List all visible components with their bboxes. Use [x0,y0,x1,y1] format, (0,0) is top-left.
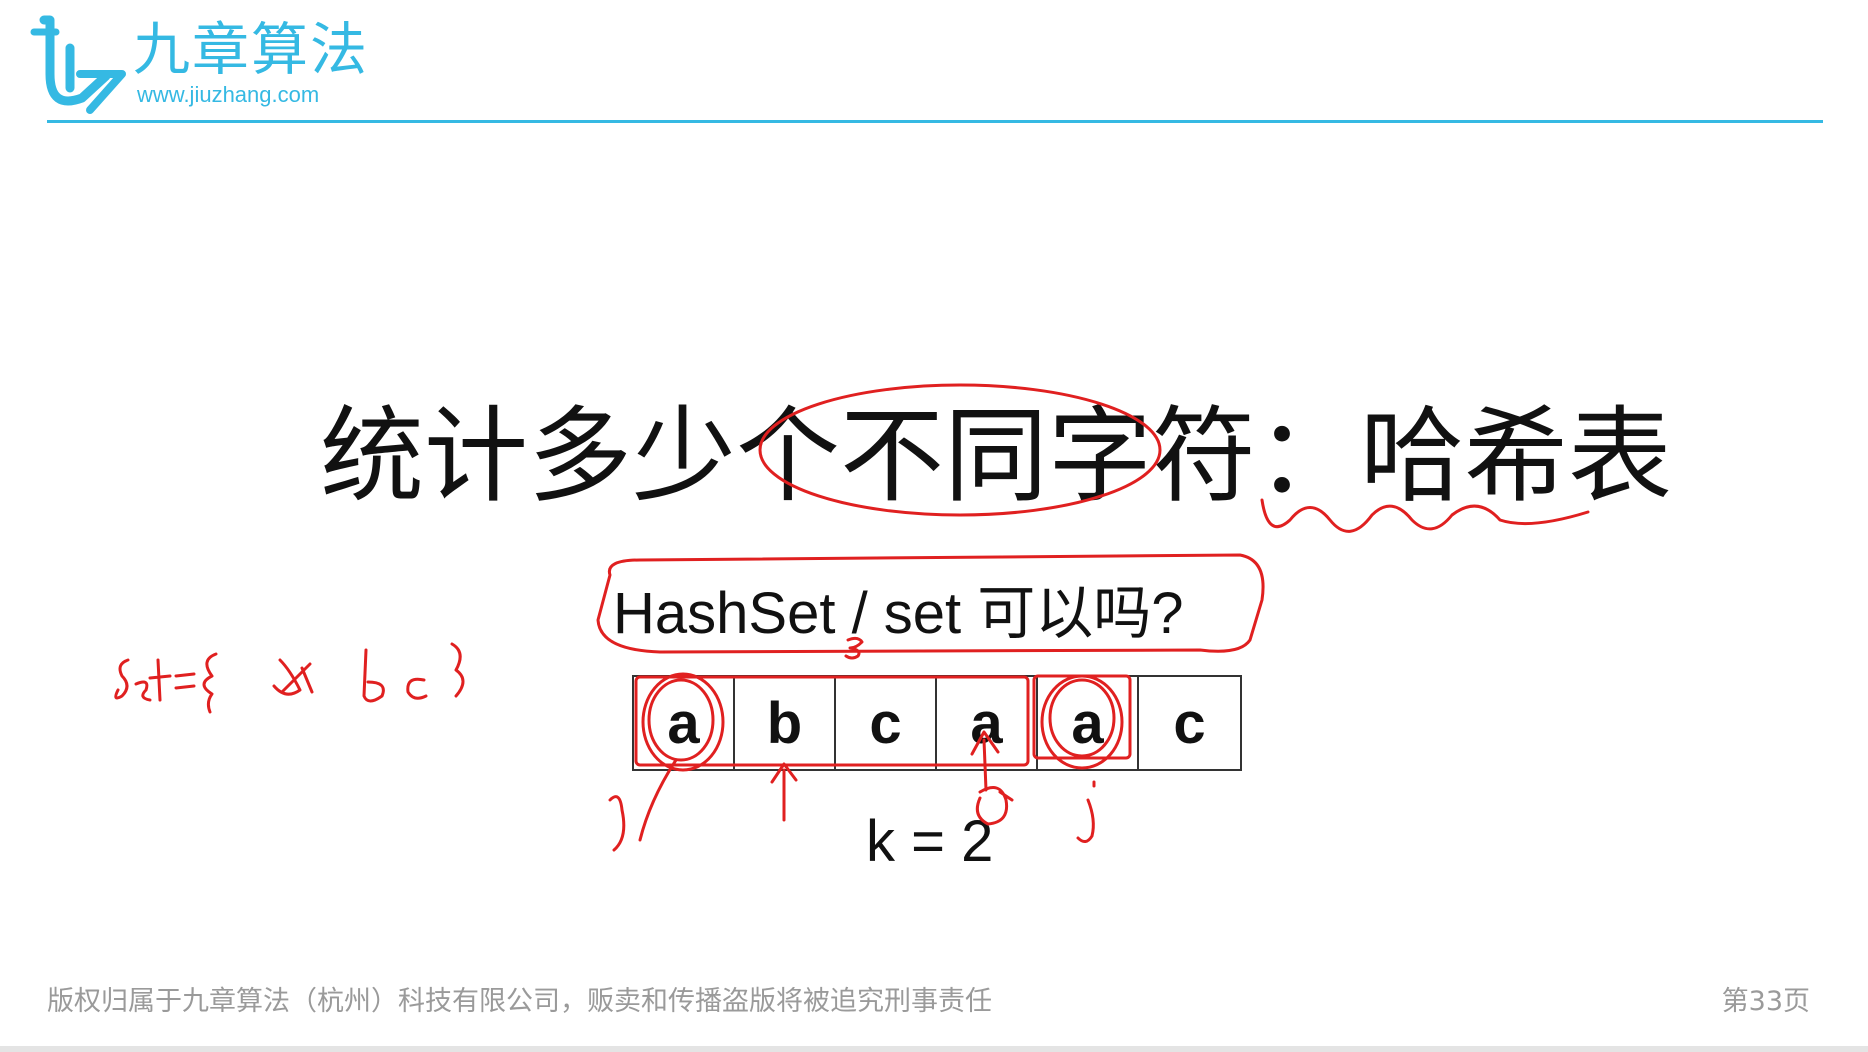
brand-url: www.jiuzhang.com [137,82,320,107]
bottom-frame [0,1046,1868,1052]
jiuzhang-logo-icon [30,15,126,114]
slide-subtitle: HashSet / set 可以吗? [613,581,1184,646]
array-cell: a [1038,677,1139,769]
page-number: 第33页 [1721,986,1810,1017]
header-divider [47,120,1823,123]
pen-annotations [114,383,1590,852]
array-cell: c [1173,690,1206,756]
slide-title: 统计多少个不同字符：哈希表 [320,395,1673,517]
ink-handwriting-set [114,642,465,714]
character-array: a b c a a c [632,675,1242,771]
slide: 九章算法 www.jiuzhang.com 统计多少个不同字符：哈希表 Hash… [0,0,1868,1052]
array-cell: b [735,677,836,769]
array-cell: a [937,677,1038,769]
ink-arrow-b [770,762,798,822]
array-cell: c [836,677,937,769]
brand-name: 九章算法 [133,17,369,83]
copyright-notice: 版权归属于九章算法（杭州）科技有限公司，贩卖和传播盗版将被追究刑事责任 [47,986,992,1017]
array-cell: a [634,677,735,769]
ink-mark-j [1076,780,1096,843]
ink-pointer-i [608,758,678,852]
k-value-label: k = 2 [866,809,994,874]
